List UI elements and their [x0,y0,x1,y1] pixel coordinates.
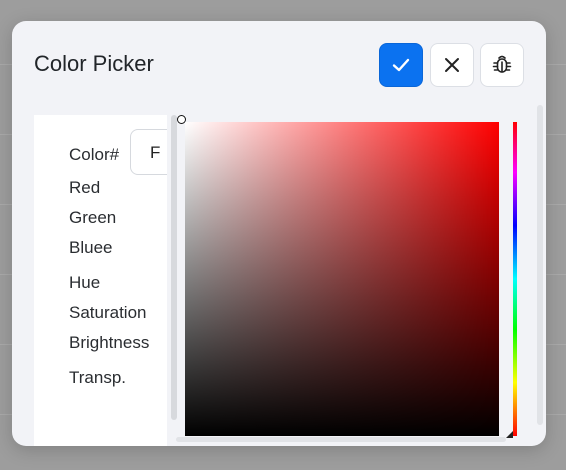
green-label: Green [69,208,117,227]
brightness-label: Brightness [69,333,150,352]
bug-icon [492,55,512,73]
debug-button[interactable] [480,43,524,87]
vertical-scrollbar[interactable] [537,105,543,425]
saturation-label: Saturation [69,303,147,322]
check-icon [392,58,410,72]
confirm-button[interactable] [379,43,423,87]
color-hex-label: Color# [69,145,120,164]
sv-selector-handle[interactable] [177,115,186,124]
saturation-brightness-area[interactable] [185,122,499,436]
red-label: Red [69,178,101,197]
hue-slider-handle[interactable] [506,431,513,438]
color-picker-dialog: Color Picker Color# F Red Green Bluee Hu… [12,21,546,446]
left-panel-scrollbar[interactable] [171,115,177,420]
color-values-panel: Color# F Red Green Bluee Hue Saturation … [34,115,167,446]
horizontal-scrollbar[interactable] [176,437,506,442]
cancel-button[interactable] [430,43,474,87]
close-icon [445,58,459,72]
hue-label: Hue [69,273,101,292]
transparency-label: Transp. [69,368,127,387]
dialog-title: Color Picker [34,51,154,76]
blue-label: Bluee [69,238,113,257]
hue-slider[interactable] [513,122,517,436]
hex-color-input[interactable]: F [130,129,167,175]
